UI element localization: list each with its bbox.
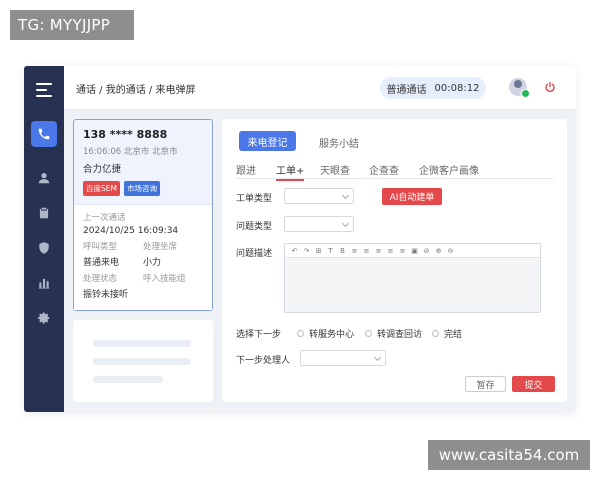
- align-left-icon[interactable]: ≡: [351, 247, 358, 255]
- radio-icon: [432, 330, 439, 337]
- subtab-ticket[interactable]: 工单+: [276, 162, 305, 181]
- editor-toolbar: ↶ ↷ ⊞ T B ≡ ≡ ≡ ≡ ≡ ▣ ⊘ ⊕ ⊖: [285, 244, 540, 258]
- tab-call-register[interactable]: 来电登记: [239, 131, 296, 151]
- list-icon[interactable]: ≡: [387, 247, 394, 255]
- radio-icon: [365, 330, 372, 337]
- submit-button[interactable]: 提交: [512, 376, 555, 392]
- breadcrumb: 通话 / 我的通话 / 来电弹屏: [76, 85, 196, 96]
- avatar[interactable]: [509, 78, 530, 98]
- issue-type-select[interactable]: [284, 216, 354, 232]
- radio-survey-callback[interactable]: 转调查回访: [365, 327, 422, 340]
- main-panel: 来电登记 服务小结 跟进 工单+ 天眼查 企查查 企微客户画像 工单类型 AI自…: [222, 119, 567, 402]
- radio-icon: [297, 330, 304, 337]
- next-handler-select[interactable]: [300, 350, 386, 366]
- last-call-value: 2024/10/25 16:09:34: [83, 226, 179, 236]
- ai-create-ticket-button[interactable]: AI自动建单: [382, 188, 442, 205]
- caller-card[interactable]: 138 **** 8888 16:06:06 北京市 北京市 合力亿捷 百度SE…: [73, 119, 213, 311]
- subtab-tianyancha[interactable]: 天眼查: [320, 162, 350, 177]
- radio-service-center-label: 转服务中心: [309, 330, 355, 340]
- subtab-follow-up[interactable]: 跟进: [236, 162, 256, 177]
- align-right-icon[interactable]: ≡: [375, 247, 382, 255]
- call-type-label: 普通通话: [386, 84, 427, 96]
- watermark-top: TG: MYYJJPP: [10, 10, 134, 40]
- issue-desc-editor[interactable]: ↶ ↷ ⊞ T B ≡ ≡ ≡ ≡ ≡ ▣ ⊘ ⊕ ⊖: [284, 243, 541, 313]
- radio-complete-label: 完结: [444, 330, 463, 340]
- clipboard-icon[interactable]: [31, 200, 57, 226]
- next-handler-label: 下一步处理人: [236, 356, 291, 366]
- skill-group-label: 呼入技能组: [143, 274, 186, 284]
- menu-icon[interactable]: [36, 83, 52, 101]
- placeholder-card: [73, 320, 213, 402]
- status-label: 处理状态: [83, 274, 118, 284]
- link-icon[interactable]: ⊘: [423, 247, 430, 255]
- subtab-qichacha[interactable]: 企查查: [369, 162, 399, 177]
- power-icon[interactable]: [544, 81, 556, 93]
- radio-complete[interactable]: 完结: [432, 327, 462, 340]
- gear-icon[interactable]: [31, 305, 57, 331]
- watermark-bottom: www.casita54.com: [428, 440, 590, 470]
- agent-value: 小力: [143, 258, 162, 268]
- call-timer: 00:08:12: [434, 82, 480, 94]
- header-bar: 通话 / 我的通话 / 来电弹屏 普通通话 00:08:12: [64, 66, 576, 110]
- indent-icon[interactable]: ≡: [399, 247, 406, 255]
- app-window: 通话 / 我的通话 / 来电弹屏 普通通话 00:08:12 138 **** …: [24, 66, 576, 412]
- save-draft-button[interactable]: 暂存: [465, 376, 506, 392]
- tag-category: 市场咨询: [123, 181, 160, 196]
- subtab-wecom-profile[interactable]: 企微客户画像: [419, 162, 479, 177]
- emoji-icon[interactable]: ⊕: [435, 247, 442, 255]
- tab-service-summary[interactable]: 服务小结: [319, 135, 359, 150]
- caller-company: 合力亿捷: [83, 164, 122, 175]
- bold-icon[interactable]: B: [339, 247, 346, 255]
- next-step-label: 选择下一步: [236, 330, 282, 340]
- ticket-type-label: 工单类型: [236, 194, 273, 204]
- online-status-icon: [521, 89, 530, 98]
- caller-time-location: 16:06:06 北京市 北京市: [83, 147, 178, 157]
- undo-icon[interactable]: ↶: [291, 247, 298, 255]
- subtab-bar: 跟进 工单+ 天眼查 企查查 企微客户画像: [236, 161, 554, 181]
- agent-label: 处理坐席: [143, 242, 178, 252]
- call-status-pill: 普通通话 00:08:12: [380, 77, 486, 99]
- radio-service-center[interactable]: 转服务中心: [297, 327, 354, 340]
- ticket-type-select[interactable]: [284, 188, 354, 204]
- issue-type-label: 问题类型: [236, 222, 273, 232]
- last-call-label: 上一次通话: [83, 213, 126, 223]
- caller-phone: 138 **** 8888: [83, 128, 168, 141]
- table-icon[interactable]: ⊞: [315, 247, 322, 255]
- tag-source: 百度SEM: [83, 181, 120, 196]
- call-type-field-value: 普通来电: [83, 258, 120, 268]
- user-icon[interactable]: [31, 165, 57, 191]
- align-center-icon[interactable]: ≡: [363, 247, 370, 255]
- status-value: 振铃未接听: [83, 290, 129, 300]
- sidebar: [24, 66, 64, 412]
- radio-survey-callback-label: 转调查回访: [377, 330, 423, 340]
- phone-icon[interactable]: [31, 121, 57, 147]
- image-icon[interactable]: ▣: [411, 247, 418, 255]
- bar-chart-icon[interactable]: [31, 270, 57, 296]
- redo-icon[interactable]: ↷: [303, 247, 310, 255]
- text-icon[interactable]: T: [327, 247, 334, 255]
- delete-icon[interactable]: ⊖: [447, 247, 454, 255]
- issue-desc-label: 问题描述: [236, 249, 273, 259]
- shield-icon[interactable]: [31, 235, 57, 261]
- call-type-field-label: 呼叫类型: [83, 242, 118, 252]
